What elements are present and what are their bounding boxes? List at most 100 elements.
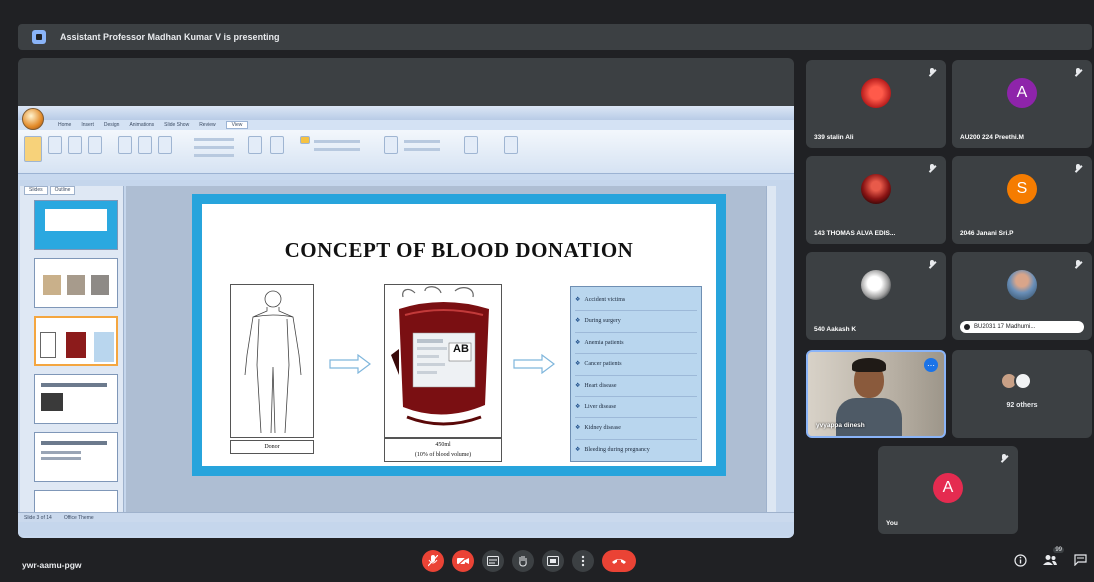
powerpoint-window: Home Insert Design Animations Slide Show… xyxy=(18,106,794,538)
participant-name: AU200 224 Preethi.M xyxy=(960,134,1024,141)
participant-video-tile[interactable]: ⋯ yvyappa dinesh xyxy=(806,350,946,438)
ribbon-icon xyxy=(300,136,310,144)
participant-avatar xyxy=(1007,270,1037,301)
people-icon[interactable]: 99 xyxy=(1042,547,1064,568)
participant-shirt xyxy=(836,398,902,436)
more-options-icon[interactable]: ⋯ xyxy=(924,358,938,372)
ribbon-icon xyxy=(24,136,42,162)
raise-hand-icon[interactable] xyxy=(512,550,534,572)
ppt-tab: Slide Show xyxy=(164,122,190,128)
donor-caption: Donor xyxy=(230,440,314,454)
recipient-item: Kidney disease xyxy=(575,418,697,440)
self-name: You xyxy=(886,520,898,527)
participant-name: 339 stalin Ali xyxy=(814,134,854,141)
meeting-code: ywr-aamu-pgw xyxy=(22,560,82,570)
slide-canvas: CONCEPT OF BLOOD DONATION Donor AB 450ml… xyxy=(126,186,776,518)
ribbon-icon xyxy=(158,136,172,154)
participant-name: yvyappa dinesh xyxy=(816,422,865,429)
people-count-badge: 99 xyxy=(1053,547,1064,553)
present-screen-icon xyxy=(32,30,46,44)
recipients-list: Accident victims During surgery Anemia p… xyxy=(570,286,702,462)
participant-avatar xyxy=(861,270,891,301)
participant-tile[interactable]: 143 THOMAS ALVA EDIS... xyxy=(806,156,946,244)
blood-bag-icon xyxy=(391,286,489,426)
presenter-banner: Assistant Professor Madhan Kumar V is pr… xyxy=(18,24,1092,50)
blood-bag-figure: AB xyxy=(384,284,502,438)
mic-off-icon xyxy=(1074,260,1082,269)
slide-heading: CONCEPT OF BLOOD DONATION xyxy=(284,238,634,262)
ribbon-icon xyxy=(118,136,132,154)
human-outline-icon xyxy=(244,290,302,434)
self-tile[interactable]: A You xyxy=(878,446,1018,534)
chat-icon[interactable] xyxy=(1072,552,1088,568)
ribbon-icon xyxy=(138,136,152,154)
camera-off-icon[interactable] xyxy=(452,550,474,572)
participant-avatar xyxy=(861,174,891,205)
ribbon-icon xyxy=(384,136,398,154)
ppt-tab: Review xyxy=(199,122,216,128)
end-call-icon[interactable] xyxy=(602,550,636,572)
recipient-item: Heart disease xyxy=(575,376,697,397)
blood-bag-caption-volume: 450ml xyxy=(435,442,451,448)
outline-tab: Outline xyxy=(49,186,76,195)
thumbnail-tabs: Slides Outline xyxy=(20,186,123,195)
mic-off-icon xyxy=(1000,454,1008,463)
participant-avatar xyxy=(861,78,891,109)
participant-name: 143 THOMAS ALVA EDIS... xyxy=(814,230,896,237)
mic-off-icon xyxy=(928,164,936,173)
participant-avatar xyxy=(1014,372,1032,390)
presenter-banner-text: Assistant Professor Madhan Kumar V is pr… xyxy=(60,32,280,42)
slide-thumbnails-pane: Slides Outline xyxy=(20,186,124,512)
slide-thumbnail xyxy=(34,200,118,250)
participant-name: 540 Aakash K xyxy=(814,326,857,333)
participant-tile[interactable]: S 2046 Janani Sri.P xyxy=(952,156,1092,244)
mic-off-icon xyxy=(1074,164,1082,173)
ppt-title-bar xyxy=(18,106,794,120)
blood-bag-caption-note: (10% of blood volume) xyxy=(414,452,472,458)
ribbon-item xyxy=(194,138,234,141)
more-options-icon[interactable] xyxy=(572,550,594,572)
recipient-item: Cancer patients xyxy=(575,354,697,376)
ribbon-icon xyxy=(270,136,284,154)
participant-tile[interactable]: BU2031 17 Madhumi... xyxy=(952,252,1092,340)
participant-name: BU2031 17 Madhumi... xyxy=(960,321,1084,333)
ppt-tab: Animations xyxy=(129,122,155,128)
participant-hair xyxy=(852,358,886,372)
participant-tile[interactable]: 339 stalin Ali xyxy=(806,60,946,148)
ppt-tab: Home xyxy=(58,122,72,128)
theme-name: Office Theme xyxy=(63,514,94,521)
slide-thumbnail xyxy=(34,258,118,308)
ribbon-item xyxy=(194,146,234,149)
ribbon-icon xyxy=(88,136,102,154)
slides-tab: Slides xyxy=(24,186,48,195)
ribbon-item xyxy=(314,148,360,151)
others-tile[interactable]: 92 others xyxy=(952,350,1092,438)
presentation-stage[interactable]: Home Insert Design Animations Slide Show… xyxy=(18,58,794,538)
self-avatar: A xyxy=(933,473,963,504)
mic-off-icon xyxy=(1074,68,1082,77)
mic-off-icon xyxy=(928,260,936,269)
recipient-item: Liver disease xyxy=(575,397,697,419)
ppt-ribbon xyxy=(18,130,794,174)
info-icon[interactable] xyxy=(1012,552,1028,568)
slide-thumbnail-selected xyxy=(34,316,118,366)
mic-off-icon xyxy=(928,68,936,77)
ribbon-item xyxy=(404,148,440,151)
recipient-item: Bleeding during pregnancy xyxy=(575,440,697,461)
recipient-item: During surgery xyxy=(575,311,697,333)
slide-thumbnail xyxy=(34,432,118,482)
captions-icon[interactable] xyxy=(482,550,504,572)
present-icon[interactable] xyxy=(542,550,564,572)
call-controls xyxy=(422,550,636,572)
current-slide: CONCEPT OF BLOOD DONATION Donor AB 450ml… xyxy=(202,204,716,466)
donor-figure xyxy=(230,284,314,438)
participant-avatar: S xyxy=(1007,174,1037,205)
recipient-item: Anemia patients xyxy=(575,333,697,355)
blood-bag-caption: 450ml (10% of blood volume) xyxy=(384,438,502,462)
participant-tile[interactable]: A AU200 224 Preethi.M xyxy=(952,60,1092,148)
participant-name: 2046 Janani Sri.P xyxy=(960,230,1014,237)
office-button-icon xyxy=(22,108,44,130)
ribbon-icon xyxy=(504,136,518,154)
participant-tile[interactable]: 540 Aakash K xyxy=(806,252,946,340)
mic-off-icon[interactable] xyxy=(422,550,444,572)
